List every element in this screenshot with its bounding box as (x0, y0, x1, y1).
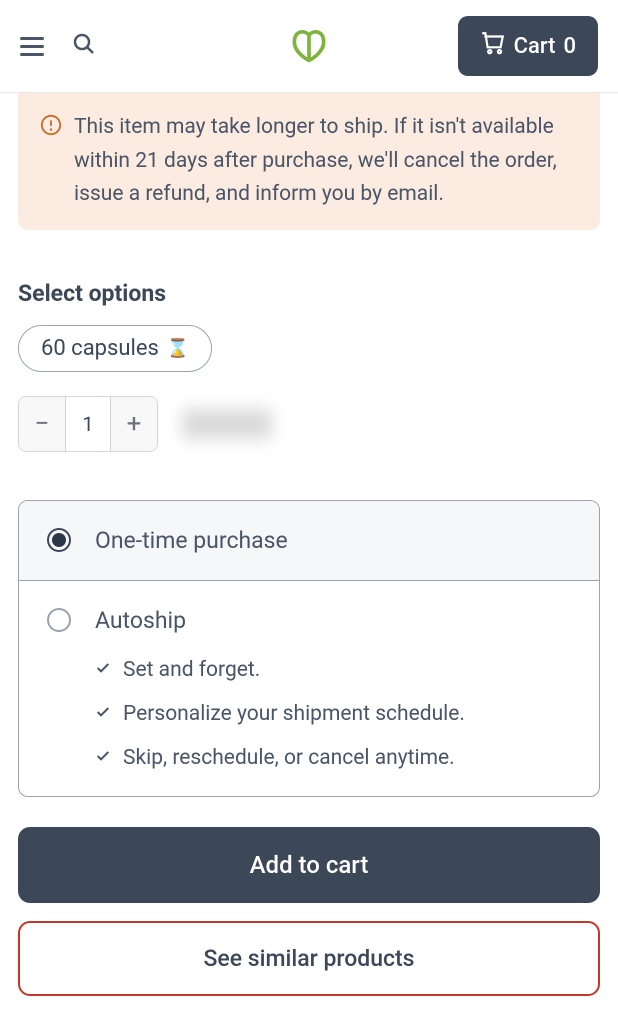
quantity-value: 1 (65, 397, 111, 451)
variant-label: 60 capsules (41, 336, 159, 361)
feature-text: Set and forget. (123, 658, 260, 682)
notice-text: This item may take longer to ship. If it… (74, 111, 578, 212)
quantity-stepper: − 1 + (18, 396, 158, 452)
increase-qty-button[interactable]: + (111, 397, 157, 451)
cart-count: 0 (563, 34, 576, 59)
see-similar-button[interactable]: See similar products (18, 921, 600, 996)
search-icon[interactable] (72, 32, 96, 60)
warning-icon (40, 111, 62, 140)
feature-text: Personalize your shipment schedule. (123, 702, 465, 726)
header: Cart 0 (0, 0, 618, 93)
add-to-cart-button[interactable]: Add to cart (18, 827, 600, 903)
feature-item: Personalize your shipment schedule. (95, 702, 571, 726)
variant-chip[interactable]: 60 capsules ⌛ (18, 325, 212, 372)
feature-item: Skip, reschedule, or cancel anytime. (95, 746, 571, 770)
shipping-notice: This item may take longer to ship. If it… (18, 93, 600, 230)
radio-checked-icon (47, 528, 71, 552)
feature-item: Set and forget. (95, 658, 571, 682)
logo[interactable] (287, 22, 331, 70)
autoship-option[interactable]: Autoship Set and forget. Personalize you… (19, 581, 599, 796)
quantity-row: − 1 + (18, 396, 600, 452)
one-time-label: One-time purchase (95, 527, 288, 554)
check-icon (95, 746, 111, 770)
cart-label: Cart (514, 34, 556, 59)
one-time-option[interactable]: One-time purchase (19, 501, 599, 581)
header-left (20, 32, 96, 60)
check-icon (95, 702, 111, 726)
decrease-qty-button[interactable]: − (19, 397, 65, 451)
autoship-features: Set and forget. Personalize your shipmen… (95, 658, 571, 770)
cart-icon (480, 30, 506, 62)
purchase-options: One-time purchase Autoship Set and forge… (18, 500, 600, 797)
feature-text: Skip, reschedule, or cancel anytime. (123, 746, 455, 770)
select-options-title: Select options (18, 280, 600, 307)
menu-button[interactable] (20, 37, 44, 56)
check-icon (95, 658, 111, 682)
cart-button[interactable]: Cart 0 (458, 16, 598, 76)
price-blurred (182, 409, 272, 439)
radio-unchecked-icon (47, 608, 71, 632)
autoship-label: Autoship (95, 607, 186, 634)
hourglass-icon: ⌛ (167, 338, 189, 359)
